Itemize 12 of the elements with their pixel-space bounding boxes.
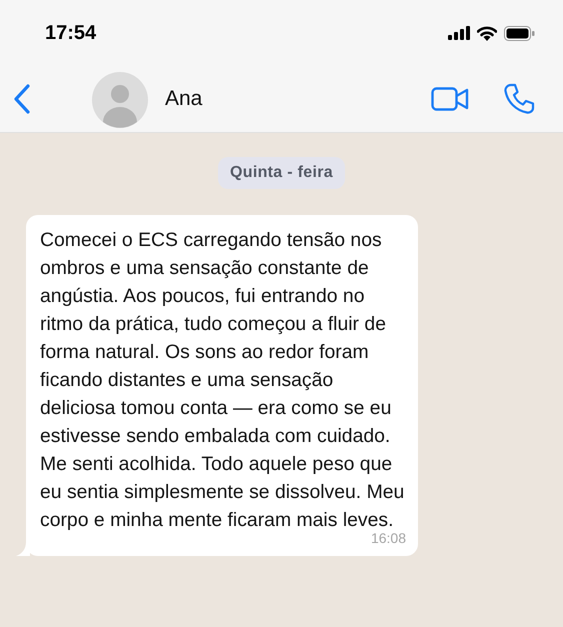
message-time: 16:08 — [370, 530, 406, 546]
status-time: 17:54 — [45, 22, 96, 44]
battery-icon — [504, 26, 535, 40]
contact-name[interactable]: Ana — [165, 87, 431, 111]
date-label: Quinta - feira — [218, 157, 345, 189]
phone-icon[interactable] — [503, 83, 535, 115]
video-call-icon[interactable] — [431, 87, 469, 111]
avatar-icon[interactable] — [92, 72, 148, 128]
back-icon[interactable] — [14, 84, 30, 114]
wifi-icon — [477, 26, 497, 40]
signal-icon — [448, 26, 470, 40]
message-text: Comecei o ECS carregando tensão nos ombros e uma sensação constante de angústia. Aos poucos, fui entrando no ritmo da prática, tudo começou a fluir de forma natural. Os sons ao redor foram ficando distantes e uma sensação deliciosa tomou conta — era como se eu estivesse sendo embalada com cuidado. Me senti acolhida. Todo aquele peso que eu sentia simplesmente se dissolveu. Meu corpo e minha mente ficaram mais leves. — [40, 228, 406, 533]
